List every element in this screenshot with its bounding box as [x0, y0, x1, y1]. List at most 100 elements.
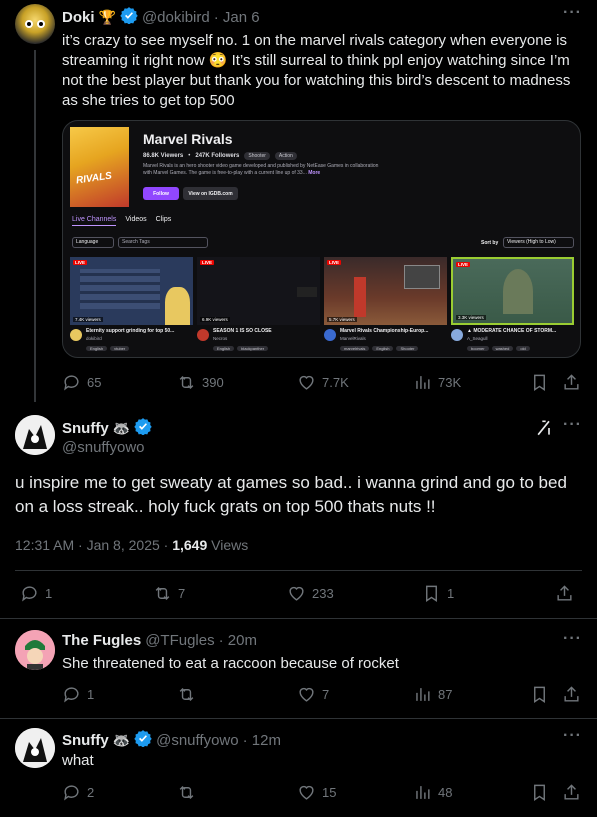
repost-button[interactable]: 7 [153, 584, 185, 603]
author-handle[interactable]: @dokibird [142, 9, 210, 26]
embedded-image[interactable]: RIVALS Marvel Rivals 86.8K Viewers • 247… [62, 120, 581, 358]
repost-button[interactable]: 390 [177, 373, 224, 392]
channel-avatar [197, 329, 209, 341]
raccoon-icon: 🦝 [112, 420, 131, 436]
repost-icon [179, 687, 194, 702]
reply-icon [64, 785, 79, 801]
tab-videos: Videos [125, 216, 147, 223]
share-button[interactable] [562, 685, 581, 704]
like-button[interactable]: 15 [297, 783, 336, 802]
stream-tag: Shooter [396, 346, 419, 351]
tab-clips: Clips [155, 216, 172, 223]
author-name[interactable]: The Fugles [62, 632, 141, 649]
tweet-time[interactable]: · 12m [243, 732, 281, 749]
stream-tag: English [86, 346, 108, 351]
like-count: 233 [312, 586, 334, 601]
game-cover: RIVALS [70, 127, 129, 207]
trophy-icon: 🏆 [98, 9, 116, 25]
bookmark-icon [534, 784, 545, 801]
stream-tag: old [516, 346, 530, 351]
reply-button[interactable]: 65 [62, 373, 101, 392]
stream-thumbnail: LIVE 5.7K viewers [324, 257, 447, 325]
reply-count: 1 [45, 586, 53, 601]
reply-count: 1 [87, 687, 95, 702]
reply-count: 2 [87, 785, 95, 800]
reply-count: 65 [87, 375, 102, 390]
stream-title: Eternity support grinding for top 50... [86, 328, 175, 334]
divider [0, 718, 597, 719]
tweet-time[interactable]: · Jan 6 [214, 9, 260, 26]
like-button[interactable]: 7.7K [297, 373, 349, 392]
views-count: 1,649 [172, 537, 208, 553]
grok-icon[interactable] [534, 418, 554, 443]
more-icon[interactable]: ··· [563, 630, 582, 648]
stream-channel: MarvelRivals [340, 336, 366, 341]
bookmark-button[interactable]: 1 [422, 584, 454, 603]
game-followers: 247K Followers [195, 153, 240, 159]
stream-viewers: 6.9K viewers [200, 317, 230, 322]
author-name[interactable]: Snuffy [62, 420, 109, 437]
share-icon [564, 784, 579, 800]
repost-count: 390 [202, 375, 224, 390]
stream-channel: dokibird [86, 336, 102, 341]
tweet-timestamp[interactable]: 12:31 AM · Jan 8, 2025 · 1,649 Views [15, 537, 248, 553]
reply-button[interactable]: 1 [62, 685, 94, 704]
stream-tag: vtuber [110, 346, 130, 351]
live-badge: LIVE [200, 260, 215, 265]
more-icon[interactable]: ··· [563, 4, 582, 22]
avatar[interactable] [15, 728, 55, 768]
avatar[interactable] [15, 630, 55, 670]
author-handle[interactable]: @snuffyowo [62, 439, 145, 456]
igdb-button: View on IGDB.com [183, 187, 238, 200]
bookmark-button[interactable] [530, 783, 549, 802]
raccoon-icon: 🦝 [112, 732, 131, 748]
views-count: 48 [438, 785, 453, 800]
stream-thumbnail: LIVE 6.9K viewers [197, 257, 320, 325]
views-button[interactable]: 73K [413, 373, 461, 392]
avatar[interactable] [15, 4, 55, 44]
reply-button[interactable]: 1 [20, 584, 52, 603]
author-handle[interactable]: @snuffyowo [156, 732, 239, 749]
sort-label: Sort by [481, 240, 499, 246]
share-icon [564, 374, 579, 390]
bookmark-button[interactable] [530, 373, 549, 392]
views-button[interactable]: 87 [413, 685, 452, 704]
tweet-text: it’s crazy to see myself no. 1 on the ma… [62, 32, 571, 109]
more-icon[interactable]: ··· [563, 416, 582, 434]
author-handle[interactable]: @TFugles [145, 632, 214, 649]
share-button[interactable] [562, 373, 581, 392]
stream-viewers: 3.3K viewers [456, 315, 486, 320]
reply-button[interactable]: 2 [62, 783, 94, 802]
channel-avatar [70, 329, 82, 341]
stream-viewers: 5.7K viewers [327, 317, 357, 322]
views-button[interactable]: 48 [413, 783, 452, 802]
stream-tag: marvelrivals [340, 346, 370, 351]
live-badge: LIVE [73, 260, 88, 265]
like-icon [299, 785, 314, 800]
like-button[interactable]: 7 [297, 685, 329, 704]
author-name[interactable]: Snuffy [62, 732, 109, 749]
stream-channel: Necros [213, 336, 228, 341]
share-button[interactable] [555, 584, 574, 603]
more-link: More [308, 170, 321, 176]
repost-button[interactable] [177, 685, 196, 704]
like-icon [299, 687, 314, 702]
like-button[interactable]: 233 [287, 584, 334, 603]
thread-line [34, 50, 36, 402]
repost-button[interactable] [177, 783, 196, 802]
author-name[interactable]: Doki [62, 9, 95, 26]
verified-icon[interactable] [134, 729, 152, 752]
stream-thumbnail: LIVE 3.3K viewers [451, 257, 574, 325]
like-count: 15 [322, 785, 337, 800]
repost-icon [179, 375, 194, 390]
verified-icon[interactable] [134, 417, 152, 440]
verified-icon[interactable] [120, 6, 138, 29]
bookmark-button[interactable] [530, 685, 549, 704]
tweet-time[interactable]: · 20m [219, 632, 257, 649]
game-viewers: 86.8K Viewers [143, 153, 184, 159]
bookmark-icon [426, 585, 437, 602]
more-icon[interactable]: ··· [563, 727, 582, 745]
avatar[interactable] [15, 415, 55, 455]
stream-title: SEASON 1 IS SO CLOSE [213, 328, 272, 334]
share-button[interactable] [562, 783, 581, 802]
